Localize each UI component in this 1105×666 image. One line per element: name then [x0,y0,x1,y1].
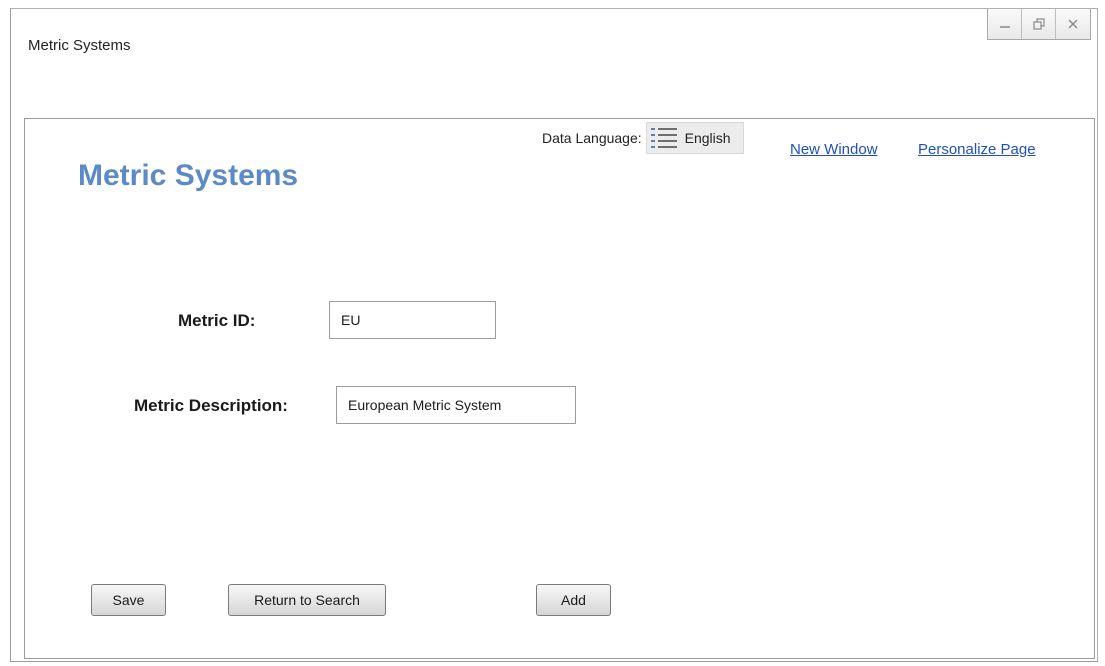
data-language-value: English [684,130,731,146]
new-window-link[interactable]: New Window [790,141,878,158]
restore-button[interactable] [1022,9,1056,39]
add-button[interactable]: Add [536,584,611,616]
return-to-search-button[interactable]: Return to Search [228,584,386,616]
save-button[interactable]: Save [91,584,166,616]
list-icon [650,127,677,149]
close-icon [1068,19,1078,29]
metric-description-label: Metric Description: [134,396,288,415]
page-title: Metric Systems [78,159,299,192]
data-language-label: Data Language: [542,130,642,146]
content-panel: Data Language: English New Window Person… [24,118,1095,659]
metric-description-input[interactable] [336,386,576,424]
app-window: Metric Systems Data Language: English Ne… [10,8,1098,662]
metric-id-input[interactable] [329,301,496,339]
restore-icon [1032,18,1045,30]
data-language-select[interactable]: English [645,122,744,154]
window-title: Metric Systems [28,37,131,54]
personalize-page-link[interactable]: Personalize Page [918,141,1036,158]
close-button[interactable] [1056,9,1090,39]
minimize-icon [999,26,1010,28]
metric-id-label: Metric ID: [178,311,256,330]
window-controls [987,9,1091,40]
minimize-button[interactable] [988,9,1022,39]
data-language-area: Data Language: English [542,121,744,155]
